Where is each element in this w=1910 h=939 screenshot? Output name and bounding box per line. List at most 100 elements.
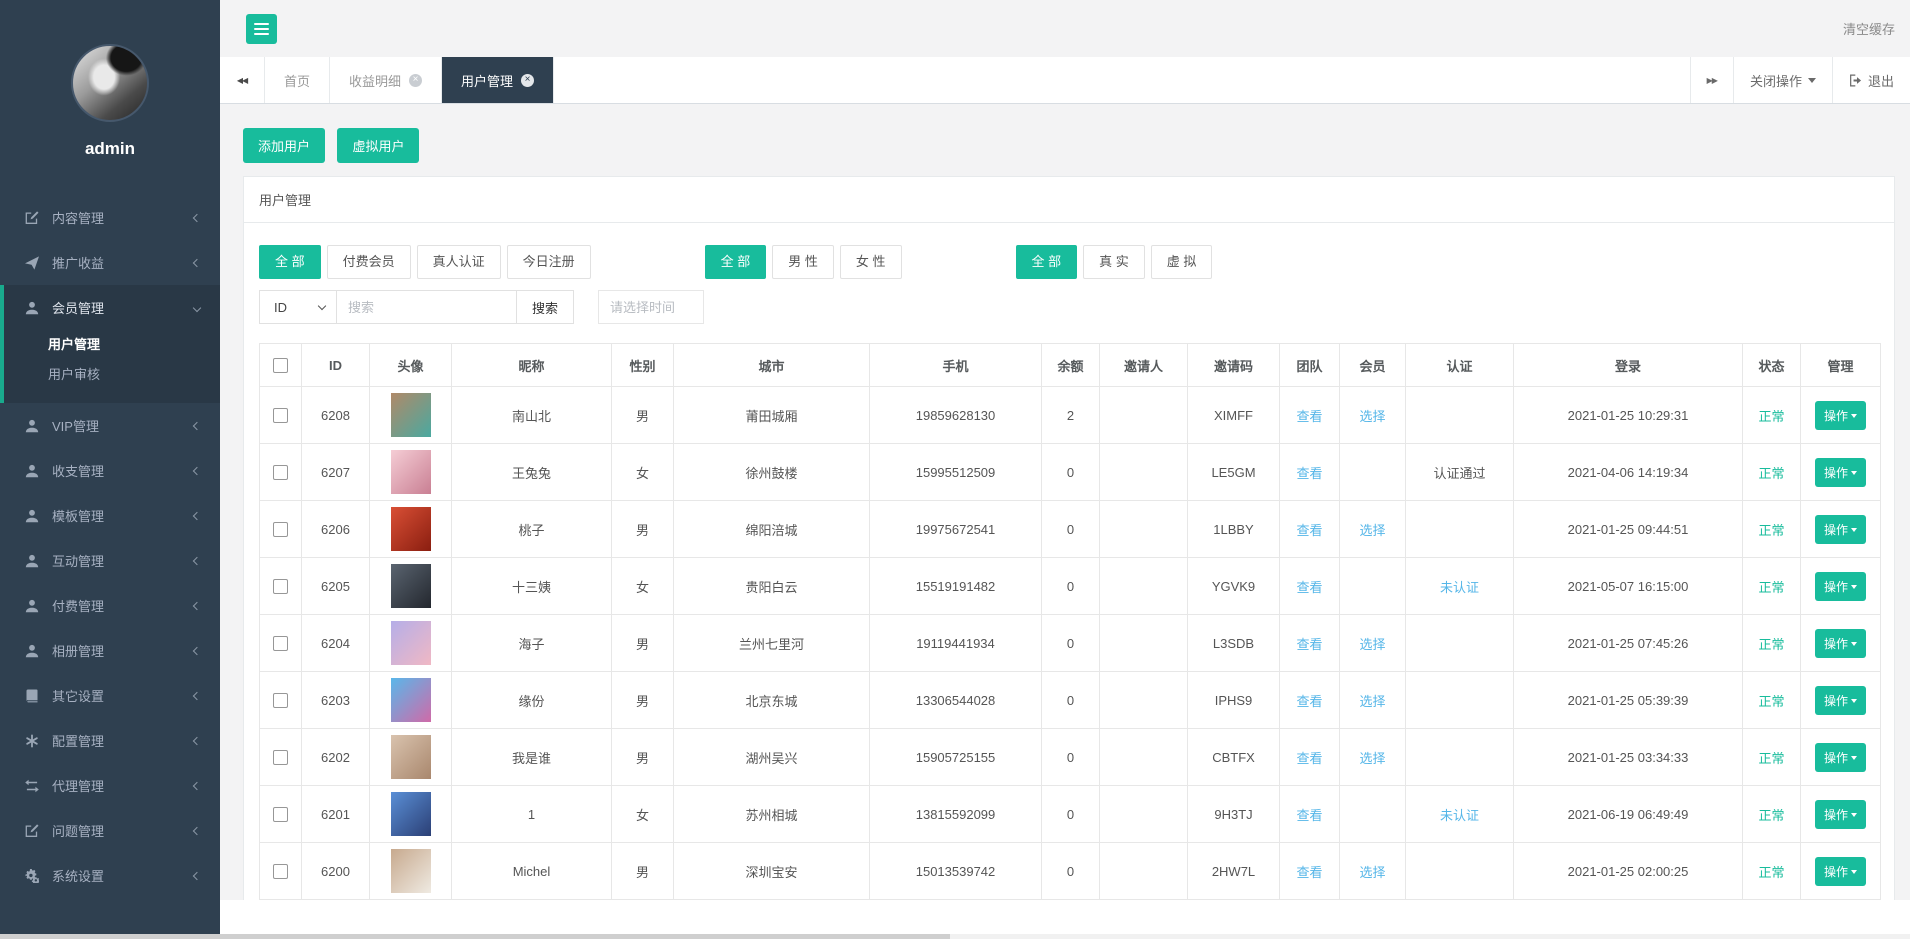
sidebar-item-推广收益[interactable]: 推广收益 xyxy=(0,240,220,285)
avatar-image[interactable] xyxy=(391,849,431,893)
member-select-link[interactable]: 选择 xyxy=(1359,751,1385,766)
nickname-cell: 十三姨 xyxy=(452,558,612,615)
horizontal-scrollbar[interactable] xyxy=(0,934,1910,939)
team-view-link[interactable]: 查看 xyxy=(1296,808,1322,823)
avatar[interactable] xyxy=(71,44,149,122)
filter-button-真实[interactable]: 真 实 xyxy=(1083,245,1145,279)
filter-button-付费会员[interactable]: 付费会员 xyxy=(327,245,411,279)
sidebar-item-付费管理[interactable]: 付费管理 xyxy=(0,583,220,628)
search-button[interactable]: 搜索 xyxy=(516,290,574,324)
row-action-button[interactable]: 操作 xyxy=(1815,458,1866,487)
avatar-image[interactable] xyxy=(391,393,431,437)
auth-pending-link[interactable]: 未认证 xyxy=(1440,808,1479,823)
avatar-image[interactable] xyxy=(391,564,431,608)
avatar-image[interactable] xyxy=(391,792,431,836)
member-select-link[interactable]: 选择 xyxy=(1359,694,1385,709)
filter-button-男性[interactable]: 男 性 xyxy=(772,245,834,279)
row-checkbox[interactable] xyxy=(273,693,288,708)
tabs-scroll-right-icon[interactable]: ▶▶ xyxy=(1690,57,1733,103)
team-view-link[interactable]: 查看 xyxy=(1296,694,1322,709)
filter-button-女性[interactable]: 女 性 xyxy=(840,245,902,279)
row-action-button[interactable]: 操作 xyxy=(1815,629,1866,658)
search-field-select[interactable]: ID xyxy=(259,290,337,324)
sidebar-item-代理管理[interactable]: 代理管理 xyxy=(0,763,220,808)
avatar-image[interactable] xyxy=(391,678,431,722)
member-select-link[interactable]: 选择 xyxy=(1359,523,1385,538)
logout-button[interactable]: 退出 xyxy=(1832,57,1910,103)
row-checkbox[interactable] xyxy=(273,408,288,423)
team-view-link[interactable]: 查看 xyxy=(1296,751,1322,766)
row-action-button[interactable]: 操作 xyxy=(1815,401,1866,430)
row-checkbox[interactable] xyxy=(273,579,288,594)
row-action-button[interactable]: 操作 xyxy=(1815,686,1866,715)
sidebar-item-互动管理[interactable]: 互动管理 xyxy=(0,538,220,583)
avatar-cell xyxy=(370,387,452,444)
search-input[interactable] xyxy=(336,290,517,324)
member-select-link[interactable]: 选择 xyxy=(1359,637,1385,652)
column-header-ID: ID xyxy=(302,344,370,387)
sidebar-item-模板管理[interactable]: 模板管理 xyxy=(0,493,220,538)
date-picker-input[interactable] xyxy=(598,290,704,324)
chevron-left-icon xyxy=(193,871,201,879)
add-user-button[interactable]: 添加用户 xyxy=(243,128,325,163)
sidebar-subitem-用户审核[interactable]: 用户审核 xyxy=(4,360,220,390)
clear-cache-link[interactable]: 清空缓存 xyxy=(1843,19,1895,38)
avatar-image[interactable] xyxy=(391,450,431,494)
filter-button-虚拟[interactable]: 虚 拟 xyxy=(1151,245,1213,279)
sidebar-toggle-button[interactable] xyxy=(246,14,277,44)
row-checkbox[interactable] xyxy=(273,636,288,651)
row-checkbox[interactable] xyxy=(273,807,288,822)
row-action-button[interactable]: 操作 xyxy=(1815,572,1866,601)
scrollbar-thumb[interactable] xyxy=(0,934,950,939)
select-all-checkbox[interactable] xyxy=(273,358,288,373)
member-select-link[interactable]: 选择 xyxy=(1359,409,1385,424)
virtual-user-button[interactable]: 虚拟用户 xyxy=(337,128,419,163)
row-checkbox[interactable] xyxy=(273,864,288,879)
filter-button-全部[interactable]: 全 部 xyxy=(1016,245,1078,279)
close-icon[interactable]: × xyxy=(521,74,534,87)
team-view-link[interactable]: 查看 xyxy=(1296,409,1322,424)
row-action-label: 操作 xyxy=(1824,751,1848,765)
sidebar-item-会员管理[interactable]: 会员管理 xyxy=(4,285,220,330)
row-checkbox[interactable] xyxy=(273,750,288,765)
auth-pending-link[interactable]: 未认证 xyxy=(1440,580,1479,595)
team-view-link[interactable]: 查看 xyxy=(1296,637,1322,652)
sidebar-item-VIP管理[interactable]: VIP管理 xyxy=(0,403,220,448)
status-cell: 正常 xyxy=(1743,843,1801,900)
row-action-button[interactable]: 操作 xyxy=(1815,857,1866,886)
city-cell: 深圳宝安 xyxy=(674,843,870,900)
row-action-button[interactable]: 操作 xyxy=(1815,743,1866,772)
sidebar-item-系统设置[interactable]: 系统设置 xyxy=(0,853,220,898)
filter-button-真人认证[interactable]: 真人认证 xyxy=(417,245,501,279)
tabs-scroll-left-icon[interactable]: ◀◀ xyxy=(220,57,265,103)
sidebar-item-收支管理[interactable]: 收支管理 xyxy=(0,448,220,493)
member-select-link[interactable]: 选择 xyxy=(1359,865,1385,880)
filter-button-全部[interactable]: 全 部 xyxy=(259,245,321,279)
tab-用户管理[interactable]: 用户管理× xyxy=(442,57,554,103)
close-operations-menu[interactable]: 关闭操作 xyxy=(1733,57,1832,103)
sidebar-item-内容管理[interactable]: 内容管理 xyxy=(0,195,220,240)
tab-首页[interactable]: 首页 xyxy=(265,57,330,103)
sidebar-subitem-用户管理[interactable]: 用户管理 xyxy=(4,330,220,360)
sidebar-item-配置管理[interactable]: 配置管理 xyxy=(0,718,220,763)
team-view-link[interactable]: 查看 xyxy=(1296,523,1322,538)
column-header-状态: 状态 xyxy=(1743,344,1801,387)
team-view-link[interactable]: 查看 xyxy=(1296,466,1322,481)
row-action-button[interactable]: 操作 xyxy=(1815,800,1866,829)
team-view-link[interactable]: 查看 xyxy=(1296,580,1322,595)
sidebar-item-其它设置[interactable]: 其它设置 xyxy=(0,673,220,718)
row-checkbox[interactable] xyxy=(273,465,288,480)
avatar-image[interactable] xyxy=(391,735,431,779)
row-checkbox[interactable] xyxy=(273,522,288,537)
filter-button-今日注册[interactable]: 今日注册 xyxy=(507,245,591,279)
tab-收益明细[interactable]: 收益明细× xyxy=(330,57,442,103)
sidebar-item-相册管理[interactable]: 相册管理 xyxy=(0,628,220,673)
avatar-image[interactable] xyxy=(391,621,431,665)
avatar-image[interactable] xyxy=(391,507,431,551)
status-cell: 正常 xyxy=(1743,444,1801,501)
close-icon[interactable]: × xyxy=(409,74,422,87)
sidebar-item-问题管理[interactable]: 问题管理 xyxy=(0,808,220,853)
team-view-link[interactable]: 查看 xyxy=(1296,865,1322,880)
row-action-button[interactable]: 操作 xyxy=(1815,515,1866,544)
filter-button-全部[interactable]: 全 部 xyxy=(705,245,767,279)
